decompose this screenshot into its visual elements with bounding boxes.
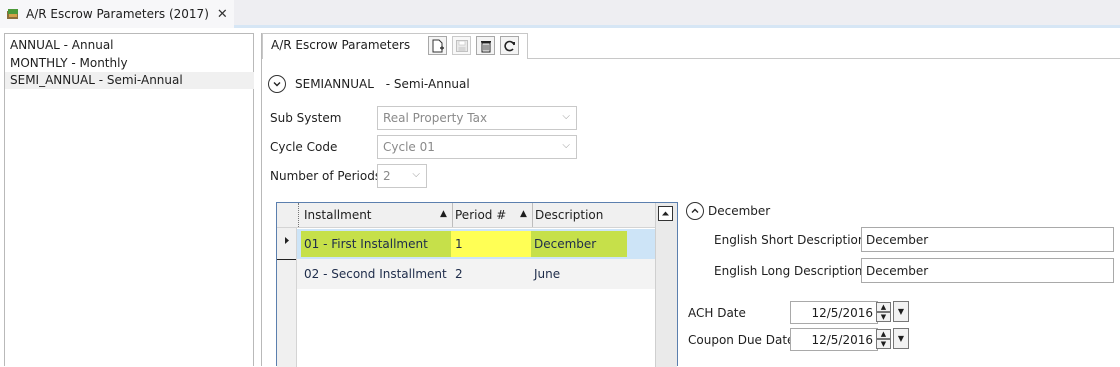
column-separator[interactable] (452, 203, 453, 227)
short-description-input[interactable]: December (861, 227, 1114, 252)
coupon-due-date-value: 12/5/2016 (811, 333, 873, 347)
ach-date-spin-down[interactable]: ▼ (876, 312, 891, 322)
number-of-periods-value: 2 (383, 169, 391, 183)
sort-asc-icon: ▲ (440, 209, 447, 219)
ach-date-spin-up[interactable]: ▲ (876, 302, 891, 312)
list-item-monthly[interactable]: MONTHLY - Monthly (10, 55, 248, 72)
caret-up-icon: ▲ (880, 303, 887, 311)
cycle-code-value: Cycle 01 (383, 140, 435, 154)
caret-up-icon: ▲ (880, 330, 887, 338)
list-item-annual[interactable]: ANNUAL - Annual (10, 37, 248, 54)
chevron-down-icon: ⌵ (412, 169, 420, 180)
save-icon (455, 39, 468, 52)
refresh-icon (503, 40, 515, 51)
coupon-due-spin-down[interactable]: ▼ (876, 339, 891, 349)
caret-down-icon: ▼ (897, 307, 905, 316)
installment-grid: Installment ▲ Period # ▲ Description 01 … (276, 202, 678, 367)
long-description-input[interactable]: December (861, 258, 1114, 283)
current-row-indicator (277, 229, 296, 259)
parameter-list: ANNUAL - Annual MONTHLY - Monthly SEMI_A… (4, 33, 254, 366)
collapse-header-button[interactable] (268, 75, 286, 93)
list-item-label: ANNUAL - Annual (10, 38, 114, 52)
ach-date-dropdown[interactable]: ▼ (893, 301, 909, 322)
cycle-code-label: Cycle Code (270, 140, 338, 154)
sub-system-value: Real Property Tax (383, 111, 488, 125)
caret-down-icon: ▼ (897, 334, 905, 343)
cell-installment: 01 - First Installment (304, 237, 428, 251)
ach-date-value: 12/5/2016 (811, 306, 873, 320)
app-icon (7, 9, 18, 19)
record-header: SEMIANNUAL - Semi-Annual (295, 77, 470, 91)
record-description: - Semi-Annual (385, 77, 470, 91)
save-button[interactable] (452, 36, 471, 55)
table-row[interactable]: 02 - Second Installment 2 June (297, 259, 657, 289)
sub-system-select[interactable]: Real Property Tax ⌵ (377, 106, 577, 130)
list-item-label: SEMI_ANNUAL - Semi-Annual (10, 73, 183, 87)
delete-button[interactable] (476, 36, 495, 55)
chevron-down-icon: ⌵ (562, 111, 570, 122)
scroll-up-button[interactable] (658, 206, 673, 221)
caret-right-icon (285, 237, 289, 244)
chevron-up-icon (691, 208, 699, 213)
long-description-value: December (866, 264, 929, 278)
grid-scrollbar[interactable] (655, 203, 677, 367)
grid-header: Installment ▲ Period # ▲ Description (277, 203, 657, 228)
caret-down-icon: ▼ (880, 313, 887, 321)
ach-date-label: ACH Date (688, 306, 746, 320)
ach-date-input[interactable]: 12/5/2016 (790, 301, 878, 324)
short-description-value: December (866, 233, 929, 247)
sub-system-label: Sub System (270, 111, 342, 125)
close-icon[interactable]: ✕ (217, 8, 228, 21)
new-button[interactable] (428, 36, 447, 55)
list-item-label: MONTHLY - Monthly (10, 56, 128, 70)
tab-ar-escrow-parameters[interactable]: A/R Escrow Parameters (262, 33, 528, 59)
chevron-down-icon: ⌵ (562, 140, 570, 151)
new-document-icon (432, 39, 444, 52)
delete-icon (480, 40, 491, 52)
list-item-semi-annual[interactable]: SEMI_ANNUAL - Semi-Annual (5, 72, 254, 89)
coupon-due-date-dropdown[interactable]: ▼ (893, 328, 909, 349)
tab-strip-divider (528, 58, 1120, 59)
cell-installment: 02 - Second Installment (304, 267, 447, 281)
tab-label: A/R Escrow Parameters (271, 38, 411, 52)
collapse-detail-button[interactable] (686, 202, 704, 220)
chevron-down-icon (273, 82, 281, 87)
number-of-periods-select[interactable]: 2 ⌵ (377, 164, 427, 188)
coupon-due-date-label: Coupon Due Date (688, 333, 795, 347)
short-description-label: English Short Description (714, 233, 866, 247)
column-separator[interactable] (532, 203, 533, 227)
cell-period: 1 (455, 237, 463, 251)
table-row[interactable]: 01 - First Installment 1 December (297, 229, 657, 259)
document-tab[interactable]: A/R Escrow Parameters (2017) ✕ (0, 0, 234, 28)
record-code: SEMIANNUAL (295, 77, 374, 91)
number-of-periods-label: Number of Periods (270, 169, 382, 183)
coupon-due-date-input[interactable]: 12/5/2016 (790, 328, 878, 351)
long-description-label: English Long Description (714, 264, 863, 278)
column-header-installment[interactable]: Installment (304, 208, 372, 222)
column-separator (298, 203, 300, 227)
column-header-period[interactable]: Period # (455, 208, 506, 222)
sort-asc-icon: ▲ (520, 209, 527, 219)
column-header-description[interactable]: Description (535, 208, 603, 222)
cell-description: December (534, 237, 597, 251)
cycle-code-select[interactable]: Cycle 01 ⌵ (377, 135, 577, 159)
refresh-button[interactable] (500, 36, 519, 55)
detail-header: December (708, 204, 771, 218)
caret-down-icon: ▼ (880, 340, 887, 348)
cell-description: June (534, 267, 561, 281)
coupon-due-spin-up[interactable]: ▲ (876, 329, 891, 339)
caret-up-icon (662, 211, 669, 216)
highlight-cell (451, 231, 531, 257)
document-tab-title: A/R Escrow Parameters (2017) (26, 7, 209, 21)
cell-period: 2 (455, 267, 463, 281)
row-divider (277, 259, 296, 260)
